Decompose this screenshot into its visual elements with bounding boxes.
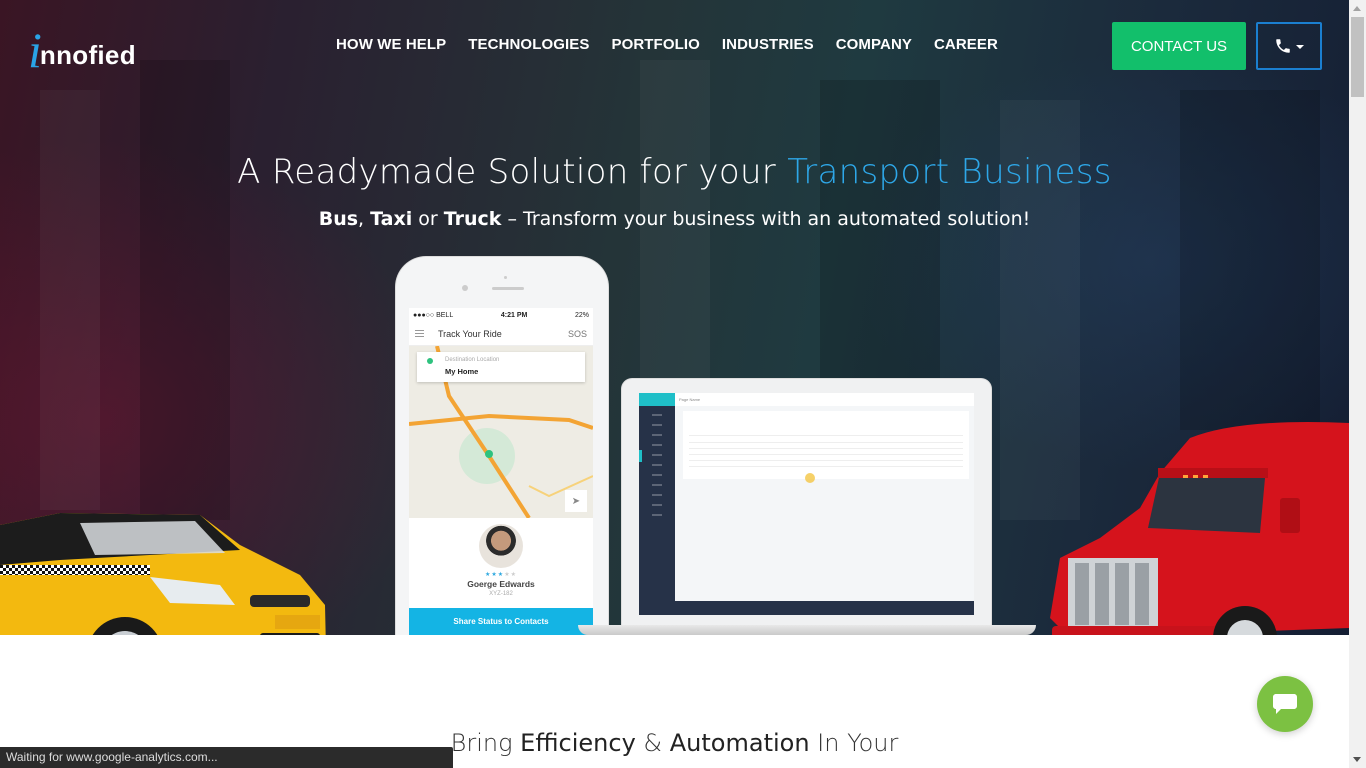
section-heading-post: In Your [809, 729, 899, 757]
location-pin-icon [427, 358, 433, 364]
destination-card[interactable]: Destination Location My Home [417, 352, 585, 382]
driver-name: Goerge Edwards [467, 579, 535, 589]
sub-or: or [412, 208, 444, 230]
hero-headline: A Readymade Solution for your Transport … [0, 152, 1349, 192]
navigate-icon: ➤ [565, 490, 587, 512]
scrollbar[interactable] [1349, 0, 1366, 768]
driver-rating: ★★★★★ [485, 572, 517, 578]
admin-sidebar [639, 393, 675, 615]
main-nav: HOW WE HELP TECHNOLOGIES PORTFOLIO INDUS… [336, 36, 1020, 53]
nav-career[interactable]: CAREER [934, 36, 998, 53]
page: i nnofied HOW WE HELP TECHNOLOGIES PORTF… [0, 0, 1349, 768]
phone-time: 4:21 PM [500, 311, 528, 319]
admin-brand [639, 393, 675, 406]
carrier: ●●●○○ BELL [413, 311, 454, 319]
menu-icon [415, 330, 424, 337]
admin-table-card [683, 411, 969, 479]
app-header: Track Your Ride SOS [409, 322, 593, 346]
hero-section: i nnofied HOW WE HELP TECHNOLOGIES PORTF… [0, 0, 1349, 635]
phone-statusbar: ●●●○○ BELL 4:21 PM 22% [409, 308, 593, 322]
battery-level: 22% [574, 311, 589, 319]
truck-image [1050, 422, 1349, 635]
sub-truck: Truck [443, 208, 502, 230]
driver-card: ★★★★★ Goerge Edwards XYZ-182 [409, 518, 593, 608]
background-building [820, 80, 940, 380]
map-view: Destination Location My Home ➤ [409, 346, 593, 518]
nav-technologies[interactable]: TECHNOLOGIES [468, 36, 589, 53]
cursor-highlight [805, 473, 815, 483]
admin-topbar: Page Name [675, 393, 974, 406]
sub-comma: , [358, 208, 371, 230]
section-heading-pre: Bring [450, 729, 521, 757]
section-heading-automation: Automation [669, 729, 810, 757]
scroll-up-icon[interactable] [1353, 6, 1361, 11]
nav-how-we-help[interactable]: HOW WE HELP [336, 36, 446, 53]
sos-button: SOS [567, 328, 587, 339]
phone-mockup: ●●●○○ BELL 4:21 PM 22% Track Your Ride S… [396, 257, 608, 635]
destination-label: Destination Location [445, 357, 500, 363]
driver-avatar [479, 524, 523, 568]
phone-icon [1276, 39, 1290, 53]
driver-plate: XYZ-182 [489, 591, 513, 597]
share-status-button: Share Status to Contacts [409, 608, 593, 635]
section-heading-efficiency: Efficiency [520, 729, 636, 757]
scrollbar-thumb[interactable] [1351, 17, 1364, 97]
nav-industries[interactable]: INDUSTRIES [722, 36, 814, 53]
taxi-image [0, 513, 326, 635]
laptop-screen: Page Name [639, 393, 974, 615]
chat-icon [1273, 694, 1297, 714]
sub-rest: – Transform your business with an automa… [501, 208, 1031, 230]
headline-text: A Readymade Solution for your [237, 152, 788, 192]
app-title: Track Your Ride [438, 328, 502, 339]
chevron-down-icon [1296, 45, 1304, 49]
scroll-down-icon[interactable] [1353, 757, 1361, 762]
admin-footer [675, 601, 974, 615]
laptop-mockup: Page Name [622, 379, 991, 627]
sub-bus: Bus [318, 208, 359, 230]
nav-portfolio[interactable]: PORTFOLIO [611, 36, 699, 53]
laptop-base [578, 625, 1036, 635]
background-building [1180, 90, 1320, 430]
admin-page-title: Page Name [679, 397, 701, 402]
phone-dropdown-button[interactable] [1256, 22, 1322, 70]
sub-taxi: Taxi [370, 208, 413, 230]
active-indicator [639, 450, 642, 462]
destination-value: My Home [445, 367, 479, 376]
nav-company[interactable]: COMPANY [836, 36, 912, 53]
headline-highlight: Transport Business [787, 152, 1112, 192]
logo[interactable]: i nnofied [28, 20, 136, 75]
section-heading-amp: & [635, 729, 670, 757]
background-building [140, 60, 230, 520]
hero-subheadline: Bus, Taxi or Truck – Transform your busi… [0, 208, 1349, 230]
contact-us-button[interactable]: CONTACT US [1112, 22, 1246, 70]
chat-button[interactable] [1257, 676, 1313, 732]
logo-text: nnofied [39, 40, 136, 70]
browser-status-bar: Waiting for www.google-analytics.com... [0, 747, 453, 768]
phone-screen: ●●●○○ BELL 4:21 PM 22% Track Your Ride S… [409, 308, 593, 635]
